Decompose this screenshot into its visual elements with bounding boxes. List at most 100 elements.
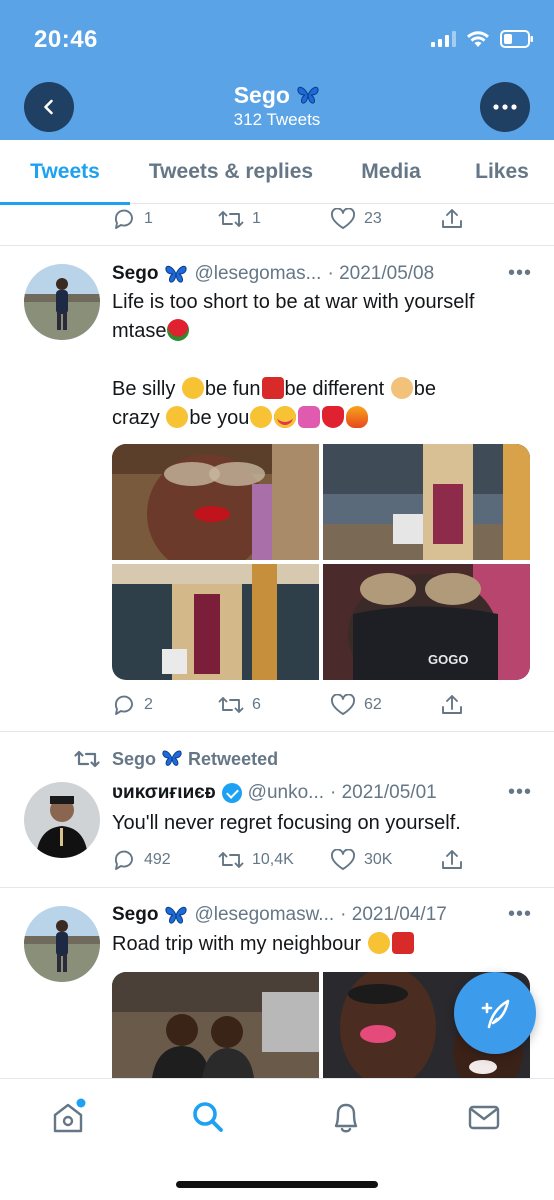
share-button[interactable] — [440, 845, 464, 875]
tweet-media-grid: GOGO — [112, 444, 530, 680]
winking-tongue-emoji — [367, 932, 390, 954]
retweet-button[interactable]: 10,4K — [218, 845, 294, 875]
tweet-text: Road trip with my neighbour — [112, 930, 532, 959]
winking-tongue-emoji — [250, 406, 273, 428]
mail-icon — [468, 1105, 500, 1130]
retweet-count: 1 — [252, 210, 261, 227]
messages-tab[interactable] — [464, 1097, 504, 1137]
home-tab[interactable] — [48, 1097, 88, 1137]
tweet-divider — [0, 887, 554, 888]
tweet-text: Life is too short to be at war with your… — [112, 291, 475, 429]
status-time: 20:46 — [34, 26, 98, 53]
tweet-more-button[interactable]: ••• — [500, 262, 532, 285]
tweet-photo[interactable] — [112, 972, 319, 1078]
tweet-photo[interactable]: GOGO — [323, 564, 530, 680]
avatar[interactable] — [24, 906, 100, 982]
home-icon — [53, 1098, 86, 1133]
more-horizontal-icon — [493, 104, 517, 110]
wifi-icon — [466, 30, 490, 48]
profile-name: Sego — [233, 82, 290, 108]
profile-title: Sego 312 Tweets — [0, 82, 554, 130]
author-name[interactable]: ʋиκσиғιиєᴆ — [112, 782, 216, 804]
compose-tweet-icon — [481, 999, 510, 1029]
verified-badge-icon — [221, 782, 242, 803]
mask-text: GOGO — [428, 652, 468, 667]
author-handle[interactable]: @lesegomasw... — [194, 904, 334, 926]
retweet-count: 6 — [252, 696, 261, 713]
share-icon — [442, 209, 462, 228]
like-count: 30K — [364, 851, 393, 868]
retweet-button[interactable]: 1 — [218, 204, 261, 234]
butterfly-emoji — [162, 750, 182, 766]
like-count: 23 — [364, 210, 382, 227]
tweet-photo[interactable] — [323, 444, 530, 560]
reply-button[interactable]: 492 — [112, 845, 171, 875]
shrug-emoji — [390, 377, 413, 399]
battery-icon — [500, 30, 534, 48]
two-hearts-emoji — [298, 406, 321, 428]
tweet-header: Sego @lesegomas... · 2021/05/08 ••• — [112, 262, 532, 285]
heart-eyes-emoji — [274, 406, 297, 428]
cellular-signal-icon — [431, 31, 456, 47]
reply-button[interactable]: 2 — [112, 690, 153, 720]
heart-icon — [331, 694, 355, 715]
tweet-divider — [0, 731, 554, 732]
retweeted-label: Retweeted — [188, 749, 279, 769]
share-button[interactable] — [440, 690, 464, 720]
author-handle[interactable]: @lesegomas... — [194, 263, 321, 285]
winking-tongue-emoji — [181, 377, 204, 399]
share-icon — [442, 850, 462, 869]
retweet-icon — [218, 211, 244, 227]
tweet-text: You'll never regret focusing on yourself… — [112, 812, 461, 834]
butterfly-emoji — [165, 265, 187, 283]
notifications-tab[interactable] — [326, 1097, 366, 1137]
grinning-emoji — [166, 406, 189, 428]
heart-icon — [331, 849, 355, 870]
compose-tweet-button[interactable] — [454, 972, 536, 1054]
tab-tweets[interactable]: Tweets — [0, 140, 130, 205]
like-button[interactable]: 23 — [330, 204, 382, 234]
tweet-actions: 1 1 23 — [112, 204, 472, 234]
author-name[interactable]: Sego — [112, 263, 158, 285]
tab-tweets-and-replies[interactable]: Tweets & replies — [130, 140, 332, 204]
search-icon — [193, 1102, 223, 1132]
tweet-actions: 492 10,4K 30K — [112, 845, 472, 875]
avatar[interactable] — [24, 782, 100, 858]
reply-button[interactable]: 1 — [112, 204, 153, 234]
share-button[interactable] — [440, 204, 464, 234]
butterfly-emoji — [297, 86, 319, 104]
tweet-header: Sego @lesegomasw... · 2021/04/17 ••• — [112, 903, 532, 926]
tweet-photo[interactable] — [112, 564, 319, 680]
butterfly-emoji — [165, 906, 187, 924]
retweet-button[interactable]: 6 — [218, 690, 261, 720]
heart-icon — [331, 208, 355, 229]
profile-tabs: Tweets Tweets & replies Media Likes — [0, 140, 554, 205]
reply-icon — [114, 695, 133, 715]
tweet-date: · 2021/05/01 — [330, 781, 437, 803]
tab-media[interactable]: Media — [332, 140, 450, 204]
more-options-button[interactable] — [480, 82, 530, 132]
fire-emoji — [346, 406, 369, 428]
like-button[interactable]: 30K — [330, 845, 392, 875]
retweeter-name: Sego — [112, 749, 157, 769]
status-icons — [431, 30, 534, 48]
red-heart-emoji — [322, 406, 345, 428]
retweet-icon — [218, 697, 244, 713]
author-name[interactable]: Sego — [112, 904, 158, 926]
avatar[interactable] — [24, 264, 100, 340]
tab-likes[interactable]: Likes — [450, 140, 554, 204]
search-tab[interactable] — [188, 1097, 228, 1137]
reply-count: 1 — [144, 210, 153, 227]
author-handle[interactable]: @unko... — [248, 782, 324, 804]
profile-header: 20:46 Sego 312 Tweets — [0, 0, 554, 140]
tweet-photo[interactable] — [112, 444, 319, 560]
tweet-more-button[interactable]: ••• — [500, 781, 532, 804]
tweet-more-button[interactable]: ••• — [500, 903, 532, 926]
like-button[interactable]: 62 — [330, 690, 382, 720]
retweet-indicator: Sego Retweeted — [74, 748, 278, 770]
reply-icon — [114, 850, 133, 870]
like-count: 62 — [364, 696, 382, 713]
reply-icon — [114, 209, 133, 229]
home-indicator — [176, 1181, 378, 1188]
rose-emoji — [167, 319, 190, 341]
